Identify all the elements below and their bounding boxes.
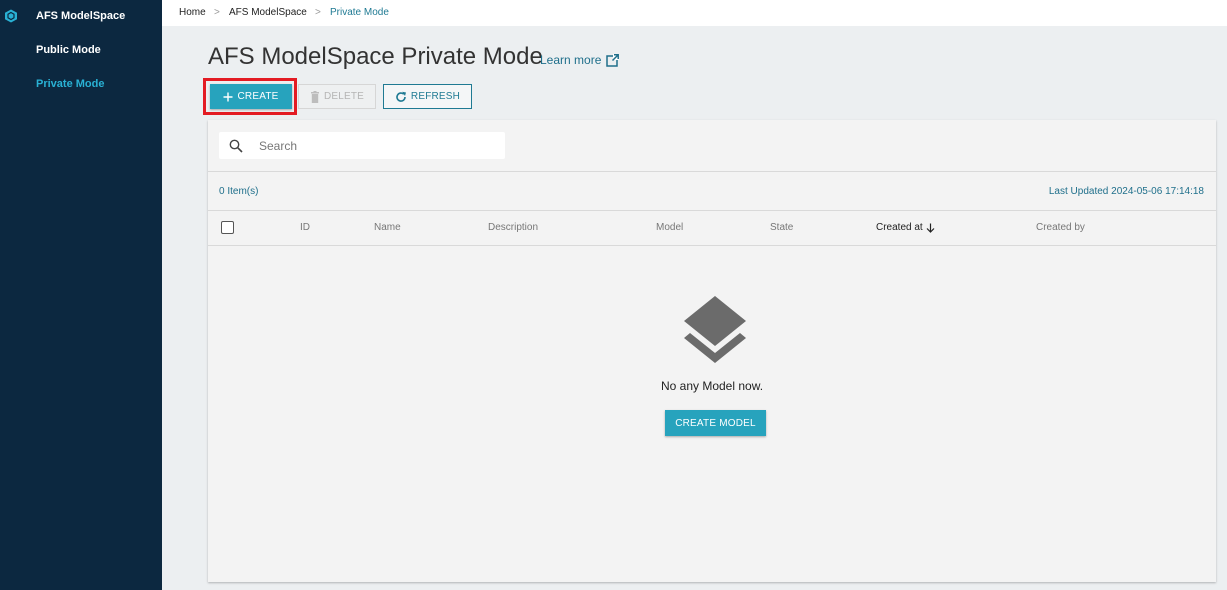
empty-state-message: No any Model now. xyxy=(660,379,764,393)
column-header-name[interactable]: Name xyxy=(374,222,401,233)
column-header-created-at-label: Created at xyxy=(876,222,923,233)
column-header-created-by[interactable]: Created by xyxy=(1036,222,1085,233)
hexagon-logo-icon xyxy=(5,9,17,23)
sidebar: AFS ModelSpace Public Mode Private Mode xyxy=(0,0,162,590)
breadcrumb-private-mode: Private Mode xyxy=(330,7,389,18)
arrow-down-icon xyxy=(926,223,935,233)
delete-button[interactable]: DELETE xyxy=(298,84,376,109)
column-header-description[interactable]: Description xyxy=(488,222,538,233)
breadcrumb-separator: > xyxy=(214,7,220,18)
page-title: AFS ModelSpace Private Mode xyxy=(208,43,543,70)
breadcrumb: Home > AFS ModelSpace > Private Mode xyxy=(162,0,1227,26)
breadcrumb-home[interactable]: Home xyxy=(179,7,206,18)
learn-more-label: Learn more xyxy=(540,53,602,67)
breadcrumb-separator: > xyxy=(315,7,321,18)
refresh-button-label: REFRESH xyxy=(410,91,461,102)
divider xyxy=(208,245,1216,246)
delete-button-label: DELETE xyxy=(323,91,365,102)
sidebar-item-public-mode[interactable]: Public Mode xyxy=(36,44,101,56)
refresh-button[interactable]: REFRESH xyxy=(383,84,472,109)
layers-icon xyxy=(684,296,746,363)
create-button[interactable]: CREATE xyxy=(210,84,292,109)
column-header-created-at[interactable]: Created at xyxy=(876,222,935,233)
search-box[interactable] xyxy=(219,132,505,159)
divider xyxy=(208,171,1216,172)
learn-more-link[interactable]: Learn more xyxy=(540,53,620,67)
trash-icon xyxy=(310,90,319,103)
refresh-icon xyxy=(396,91,406,102)
last-updated: Last Updated 2024-05-06 17:14:18 xyxy=(1048,186,1204,197)
divider xyxy=(208,210,1216,211)
column-header-state[interactable]: State xyxy=(770,222,793,233)
plus-icon xyxy=(223,92,233,101)
external-link-icon xyxy=(606,53,620,67)
model-list-panel: 0 Item(s) Last Updated 2024-05-06 17:14:… xyxy=(208,120,1216,582)
brand-name: AFS ModelSpace xyxy=(36,10,126,22)
sidebar-item-private-mode[interactable]: Private Mode xyxy=(36,78,104,90)
column-header-model[interactable]: Model xyxy=(656,222,683,233)
item-count: 0 Item(s) xyxy=(219,186,259,197)
brand[interactable]: AFS ModelSpace xyxy=(0,0,162,32)
create-model-button[interactable]: CREATE MODEL xyxy=(665,410,766,436)
search-input[interactable] xyxy=(259,132,499,159)
breadcrumb-afs-modelspace[interactable]: AFS ModelSpace xyxy=(229,7,307,18)
column-header-id[interactable]: ID xyxy=(300,222,310,233)
search-icon xyxy=(229,139,243,153)
create-button-label: CREATE xyxy=(237,91,279,102)
select-all-checkbox[interactable] xyxy=(221,221,234,234)
